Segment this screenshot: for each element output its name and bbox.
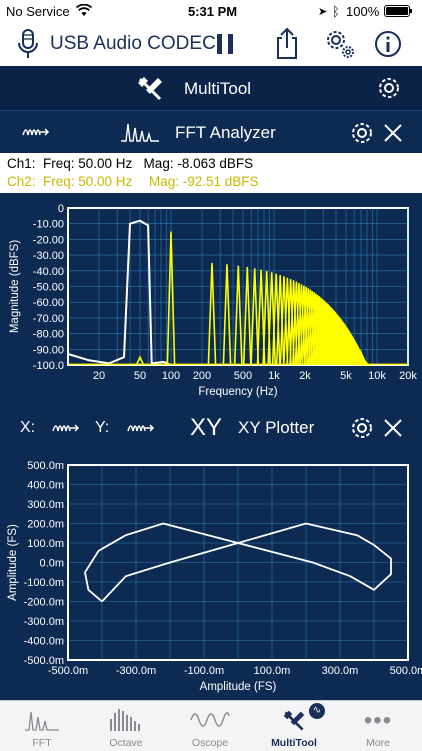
info-icon[interactable]: [370, 26, 406, 62]
tab-oscope[interactable]: Oscope: [168, 701, 252, 751]
fft-x-tick: 2k: [299, 370, 311, 382]
fft-x-tick: 500: [234, 370, 252, 382]
battery-text: 100%: [346, 4, 380, 19]
xy-y-tick: -400.0m: [24, 636, 64, 648]
fft-y-axis-label: Magnitude (dBFS): [9, 240, 21, 333]
ch2-mag-readout: Mag: -92.51 dBFS: [149, 174, 259, 189]
fft-x-tick: 20: [93, 370, 105, 382]
tab-label: FFT: [32, 737, 52, 749]
multitool-bar: MultiTool: [0, 66, 422, 111]
xy-y-tick: -300.0m: [24, 616, 64, 628]
status-bar: No Service 5:31 PM ➤ ᛒ 100%: [0, 0, 422, 22]
fft-x-tick: 20k: [399, 370, 417, 382]
fft-y-tick: -40.00: [33, 266, 64, 278]
pause-icon[interactable]: [207, 26, 243, 62]
xy-x-tick: 500.0m: [390, 665, 422, 677]
fft-close-icon[interactable]: [382, 122, 404, 144]
battery-icon: [384, 5, 410, 17]
fft-y-tick: -10.00: [33, 219, 64, 231]
fft-y-tick: -60.00: [33, 297, 64, 309]
fft-toolbar: FFT Analyzer: [0, 111, 422, 153]
xy-chart[interactable]: 500.0m 400.0m 300.0m 200.0m 100.0m 0.0m -100.0…: [0, 450, 422, 700]
fft-x-axis-label: Frequency (Hz): [198, 386, 277, 398]
microphone-icon[interactable]: [10, 26, 46, 62]
fft-y-tick: -20.00: [33, 234, 64, 246]
fft-x-tick: 100: [162, 370, 180, 382]
more-dots-icon: •••: [363, 707, 393, 734]
octave-bars-icon: [110, 709, 140, 731]
fft-title: FFT Analyzer: [175, 123, 276, 142]
xy-y-tick: -200.0m: [24, 597, 64, 609]
fft-y-tick: -100.0: [33, 360, 64, 372]
xy-y-tick: 500.0m: [27, 460, 64, 472]
xy-y-tick: 100.0m: [27, 538, 64, 550]
location-icon: ➤: [318, 6, 328, 18]
xy-y-tick: 400.0m: [27, 480, 64, 492]
fft-y-tick: 0: [58, 203, 64, 215]
xy-toolbar: X: Y: XY XY Plotter: [0, 407, 422, 449]
fft-settings-icon[interactable]: [350, 121, 374, 145]
gear-icon[interactable]: [320, 26, 356, 62]
fft-x-tick: 1k: [268, 370, 280, 382]
xy-y-tick: 200.0m: [27, 519, 64, 531]
fft-y-tick: -50.00: [33, 282, 64, 294]
ch1-readout: Ch1: Freq: 50.00 Hz Mag: -8.063 dBFS: [7, 156, 254, 171]
multitool-settings-icon[interactable]: [377, 76, 401, 100]
fft-y-tick: -30.00: [33, 250, 64, 262]
tab-label: Oscope: [191, 737, 229, 749]
xy-x-tick: 100.0m: [254, 665, 291, 677]
xy-title: XY Plotter: [238, 418, 315, 437]
tab-octave[interactable]: Octave: [84, 701, 168, 751]
tab-bar: FFT Octave Oscope ∿ MultiTool ••• More: [0, 700, 422, 751]
x-input-label: X:: [20, 419, 36, 436]
device-name[interactable]: USB Audio CODEC: [50, 33, 216, 55]
fft-x-tick: 10k: [368, 370, 386, 382]
tab-label: More: [366, 737, 390, 749]
xy-x-axis-label: Amplitude (FS): [200, 681, 277, 693]
bluetooth-icon: ᛒ: [332, 4, 340, 19]
wifi-icon: [76, 4, 92, 16]
xy-x-tick: -100.0m: [184, 665, 224, 677]
multitool-tab-icon: [283, 710, 305, 731]
xy-y-tick: -100.0m: [24, 577, 64, 589]
fft-y-tick: -70.00: [33, 313, 64, 325]
carrier-text: No Service: [6, 4, 70, 19]
xy-icon: XY: [190, 414, 223, 441]
oscope-badge-icon: ∿: [309, 703, 325, 719]
tab-label: Octave: [109, 737, 143, 749]
sine-wave-icon: [190, 712, 230, 727]
device-toolbar: USB Audio CODEC: [0, 22, 422, 66]
multitool-title: MultiTool: [184, 79, 252, 98]
input-waveform-icon[interactable]: [22, 123, 50, 141]
fft-tab-icon: [25, 711, 59, 731]
xy-y-axis-label: Amplitude (FS): [7, 524, 19, 601]
fft-x-tick: 5k: [340, 370, 352, 382]
x-input-waveform-icon[interactable]: [52, 419, 80, 437]
ch2-freq-readout: Ch2: Freq: 50.00 Hz: [7, 174, 133, 189]
fft-x-tick: 50: [134, 370, 146, 382]
xy-close-icon[interactable]: [382, 417, 404, 439]
xy-y-tick: 300.0m: [27, 499, 64, 511]
fft-x-tick: 200: [193, 370, 211, 382]
fft-y-tick: -90.00: [33, 344, 64, 356]
share-icon[interactable]: [269, 26, 305, 62]
xy-x-tick: -500.0m: [48, 665, 88, 677]
fft-y-tick: -80.00: [33, 329, 64, 341]
fft-readout: Ch1: Freq: 50.00 Hz Mag: -8.063 dBFS Ch2…: [0, 153, 422, 193]
tab-more[interactable]: ••• More: [336, 701, 420, 751]
xy-x-tick: -300.0m: [116, 665, 156, 677]
y-input-waveform-icon[interactable]: [127, 419, 155, 437]
xy-x-tick: 300.0m: [322, 665, 359, 677]
tab-label: MultiTool: [271, 737, 317, 749]
clock: 5:31 PM: [188, 4, 238, 19]
fft-chart[interactable]: 20 50 100 200 500 1k 2k 5k 10k 20k 0 -10.00 -20.00 -3…: [0, 193, 422, 407]
xy-y-tick: 0.0m: [40, 558, 64, 570]
y-input-label: Y:: [95, 419, 110, 436]
xy-settings-icon[interactable]: [350, 416, 374, 440]
tab-multitool[interactable]: ∿ MultiTool: [252, 701, 336, 751]
fft-icon: [121, 123, 159, 142]
multitool-icon: [138, 77, 162, 101]
tab-fft[interactable]: FFT: [0, 701, 84, 751]
